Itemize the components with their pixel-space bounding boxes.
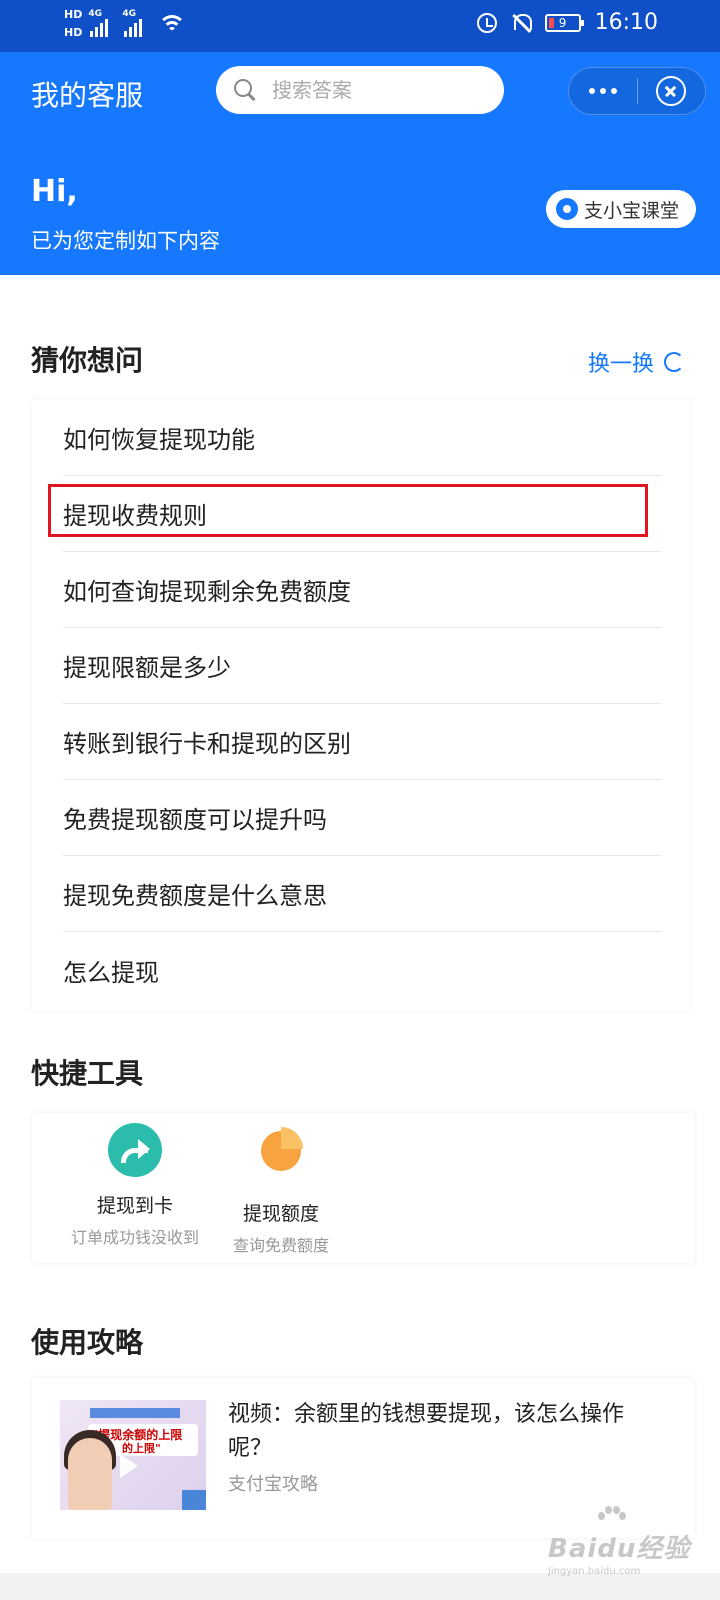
mute-bell-icon xyxy=(511,12,532,34)
faq-item-label: 如何恢复提现功能 xyxy=(63,426,255,454)
more-button[interactable] xyxy=(569,67,637,115)
guide-item[interactable]: "提现余额的上限 的上限" 视频：余额里的钱想要提现，该怎么操作呢？ 支付宝攻略 xyxy=(32,1378,694,1538)
tools-card: 提现到卡 订单成功钱没收到 提现额度 查询免费额度 xyxy=(32,1113,694,1263)
faq-item-label: 怎么提现 xyxy=(63,958,159,987)
video-thumbnail: "提现余额的上限 的上限" xyxy=(60,1400,206,1510)
hd-indicator: HD HD xyxy=(64,6,82,42)
guide-title: 视频：余额里的钱想要提现，该怎么操作呢？ xyxy=(228,1402,625,1461)
miniapp-capsule xyxy=(568,67,706,115)
faq-item-label: 转账到银行卡和提现的区别 xyxy=(63,730,351,758)
classroom-label: 支小宝课堂 xyxy=(584,199,680,222)
pie-chart-icon xyxy=(261,1127,303,1171)
dot-icon xyxy=(610,88,617,94)
tool-withdraw-quota[interactable]: 提现额度 查询免费额度 xyxy=(206,1123,356,1256)
faq-item[interactable]: 提现免费额度是什么意思 xyxy=(63,856,661,932)
paw-logo-icon xyxy=(598,1506,626,1530)
hd-label: HD xyxy=(64,26,83,39)
faq-section-title: 猜你想问 xyxy=(31,344,144,377)
guides-section-title: 使用攻略 xyxy=(31,1326,144,1359)
tool-name: 提现到卡 xyxy=(96,1195,173,1217)
play-icon xyxy=(120,1454,138,1478)
highlight-box xyxy=(48,484,648,537)
hd-label: HD xyxy=(64,8,83,21)
eye-icon xyxy=(556,198,578,220)
tool-withdraw-to-card[interactable]: 提现到卡 订单成功钱没收到 xyxy=(60,1123,210,1248)
dot-icon xyxy=(588,88,595,94)
watermark-text: Baidu经验 xyxy=(548,1534,691,1564)
title-bar: 我的客服 xyxy=(0,52,720,132)
faq-item[interactable]: 如何恢复提现功能 xyxy=(63,400,661,476)
clock: 16:10 xyxy=(594,10,658,35)
faq-item[interactable]: 转账到银行卡和提现的区别 xyxy=(63,704,661,780)
faq-item-label: 提现免费额度是什么意思 xyxy=(63,882,327,910)
network-label: 4G xyxy=(88,9,102,19)
presenter-face xyxy=(68,1438,112,1510)
arrow-share-icon xyxy=(108,1123,162,1177)
thumb-side-bar xyxy=(182,1490,206,1510)
network-label: 4G xyxy=(122,9,136,19)
faq-item-label: 提现限额是多少 xyxy=(63,654,231,682)
thumb-banner xyxy=(90,1408,180,1418)
status-bar: HD HD 4G 4G 9 16:10 xyxy=(0,0,720,52)
dot-icon xyxy=(599,88,606,94)
tools-section-title: 快捷工具 xyxy=(31,1057,144,1090)
greeting-hi: Hi, xyxy=(31,174,78,209)
faq-item[interactable]: 如何查询提现剩余免费额度 xyxy=(63,552,661,628)
faq-item[interactable]: 怎么提现 xyxy=(63,932,661,1008)
signal-icon: 4G xyxy=(122,9,150,37)
tool-desc: 查询免费额度 xyxy=(232,1236,329,1255)
page-title: 我的客服 xyxy=(31,79,144,112)
close-button[interactable] xyxy=(638,67,706,115)
search-icon xyxy=(234,79,256,101)
bottom-strip xyxy=(0,1573,720,1600)
refresh-button[interactable]: 换一换 xyxy=(588,346,685,378)
classroom-button[interactable]: 支小宝课堂 xyxy=(546,190,696,228)
faq-item-label: 如何查询提现剩余免费额度 xyxy=(63,578,351,606)
refresh-icon xyxy=(664,352,685,372)
faq-item-label: 免费提现额度可以提升吗 xyxy=(63,806,327,834)
tool-desc: 订单成功钱没收到 xyxy=(70,1228,199,1247)
guide-source: 支付宝攻略 xyxy=(228,1474,318,1495)
greeting-subtitle: 已为您定制如下内容 xyxy=(31,229,220,253)
faq-item[interactable]: 免费提现额度可以提升吗 xyxy=(63,780,661,856)
refresh-label: 换一换 xyxy=(588,352,655,377)
watermark-url: jingyan.baidu.com xyxy=(548,1566,641,1577)
faq-item[interactable]: 提现限额是多少 xyxy=(63,628,661,704)
alarm-icon xyxy=(476,12,497,33)
search-input[interactable] xyxy=(272,78,472,102)
battery-level: 9 xyxy=(558,15,567,30)
close-icon xyxy=(656,76,687,106)
search-box[interactable] xyxy=(216,66,504,114)
baidu-watermark: Baidu经验 jingyan.baidu.com xyxy=(548,1506,691,1577)
signal-icon: 4G xyxy=(88,9,116,37)
wifi-icon xyxy=(158,13,187,35)
tool-name: 提现额度 xyxy=(242,1203,319,1225)
battery-icon: 9 xyxy=(544,13,584,32)
